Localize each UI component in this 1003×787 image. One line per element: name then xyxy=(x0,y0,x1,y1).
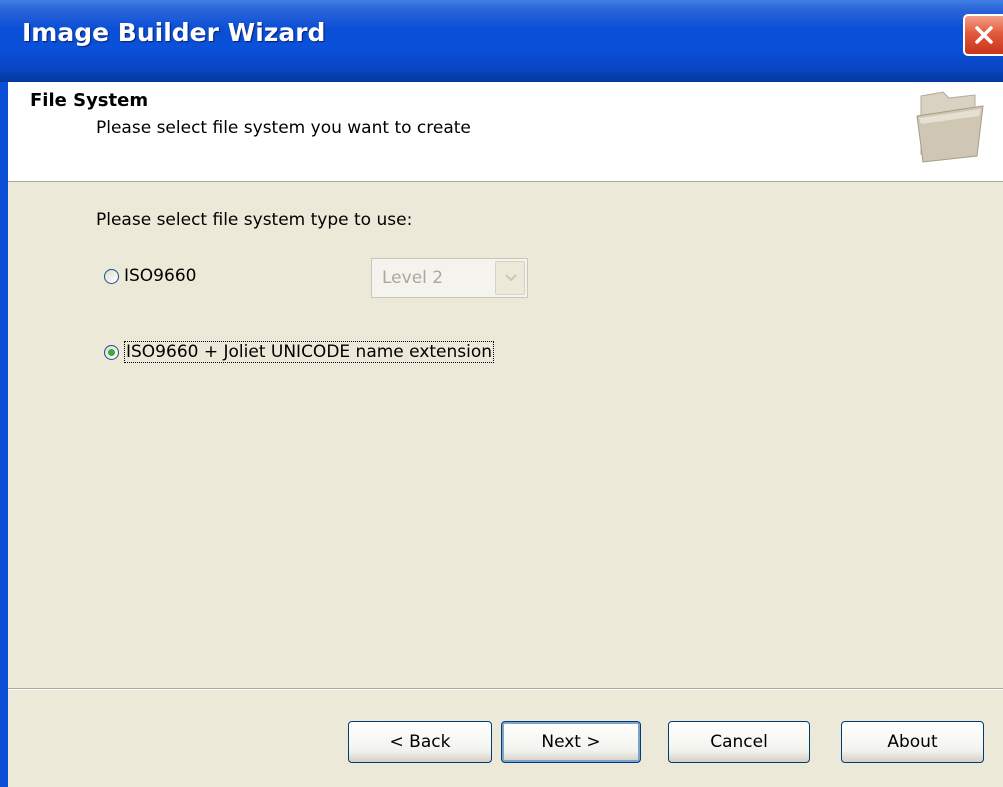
joliet-radio[interactable] xyxy=(104,344,119,360)
close-button[interactable] xyxy=(963,14,1003,56)
iso9660-label: ISO9660 xyxy=(124,266,197,286)
button-separator xyxy=(8,688,1003,690)
iso9660-radio[interactable] xyxy=(104,268,119,284)
cancel-button[interactable]: Cancel xyxy=(668,721,810,763)
close-icon xyxy=(975,26,993,44)
about-button[interactable]: About xyxy=(841,721,984,763)
iso9660-option[interactable]: ISO9660 xyxy=(104,266,196,286)
wizard-content: Please select file system type to use: I… xyxy=(8,182,1003,787)
back-button[interactable]: < Back xyxy=(348,721,492,763)
next-button[interactable]: Next > xyxy=(501,721,641,763)
window-frame xyxy=(0,82,8,787)
folder-icon xyxy=(916,91,984,163)
joliet-label: ISO9660 + Joliet UNICODE name extension xyxy=(124,341,495,363)
level-select-dropdown-button[interactable] xyxy=(495,261,525,295)
joliet-option[interactable]: ISO9660 + Joliet UNICODE name extension xyxy=(104,341,495,363)
window-title: Image Builder Wizard xyxy=(22,18,326,47)
chevron-down-icon xyxy=(505,274,517,282)
page-subtitle: Please select file system you want to cr… xyxy=(96,118,471,138)
filesystem-prompt: Please select file system type to use: xyxy=(96,210,413,230)
level-select-value: Level 2 xyxy=(382,268,444,288)
title-bar: Image Builder Wizard xyxy=(0,0,1003,82)
page-title: File System xyxy=(30,90,149,111)
level-select[interactable]: Level 2 xyxy=(371,258,528,298)
wizard-header: File System Please select file system yo… xyxy=(8,82,1003,182)
